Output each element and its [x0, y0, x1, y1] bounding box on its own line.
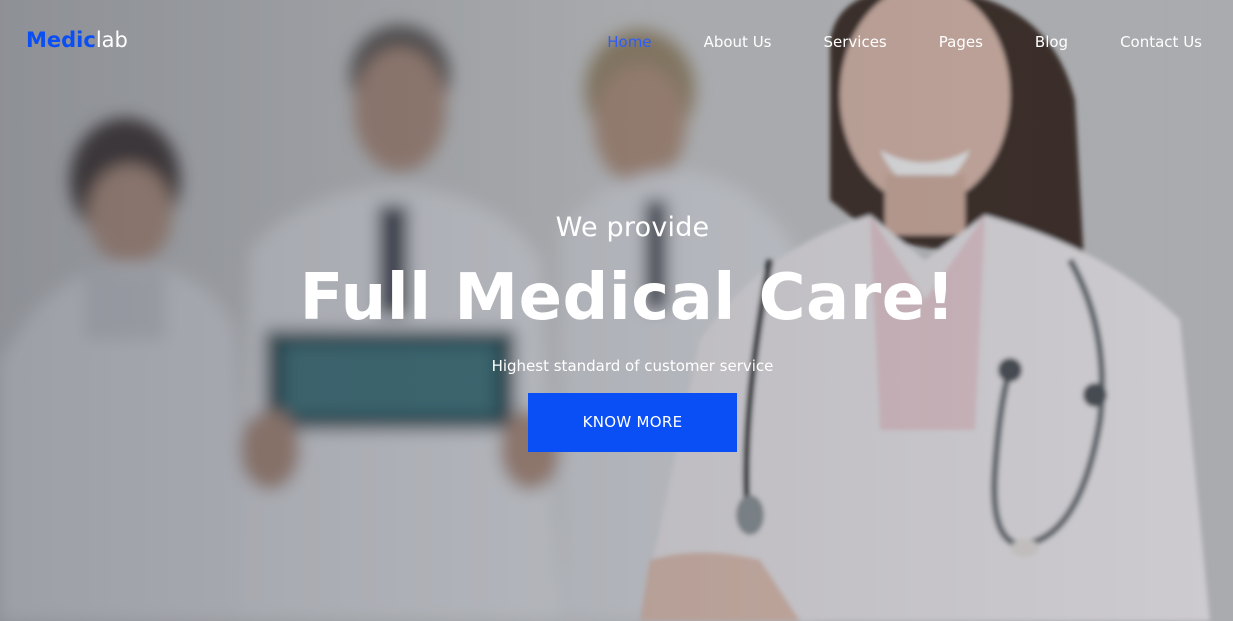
- nav-item-home[interactable]: Home: [607, 31, 651, 53]
- nav-item-blog[interactable]: Blog: [1035, 31, 1068, 53]
- hero-kicker: We provide: [555, 212, 710, 243]
- nav-item-pages[interactable]: Pages: [939, 31, 983, 53]
- nav-item-contact-us[interactable]: Contact Us: [1120, 31, 1202, 53]
- main-nav: Home About Us Services Pages Blog Contac…: [607, 31, 1202, 53]
- site-header: Mediclab Home About Us Services Pages Bl…: [0, 0, 1233, 84]
- logo-link[interactable]: Mediclab: [26, 27, 128, 53]
- know-more-button[interactable]: KNOW MORE: [528, 393, 737, 452]
- hero-tagline: Highest standard of customer service: [491, 357, 774, 375]
- logo-text-strong: Medic: [26, 28, 96, 52]
- nav-item-about-us[interactable]: About Us: [704, 31, 772, 53]
- hero-headline: Full Medical Care!: [299, 261, 956, 335]
- nav-item-services[interactable]: Services: [824, 31, 887, 53]
- hero-content: We provide Full Medical Care! Highest st…: [0, 210, 1233, 452]
- logo-text-light: lab: [95, 28, 128, 52]
